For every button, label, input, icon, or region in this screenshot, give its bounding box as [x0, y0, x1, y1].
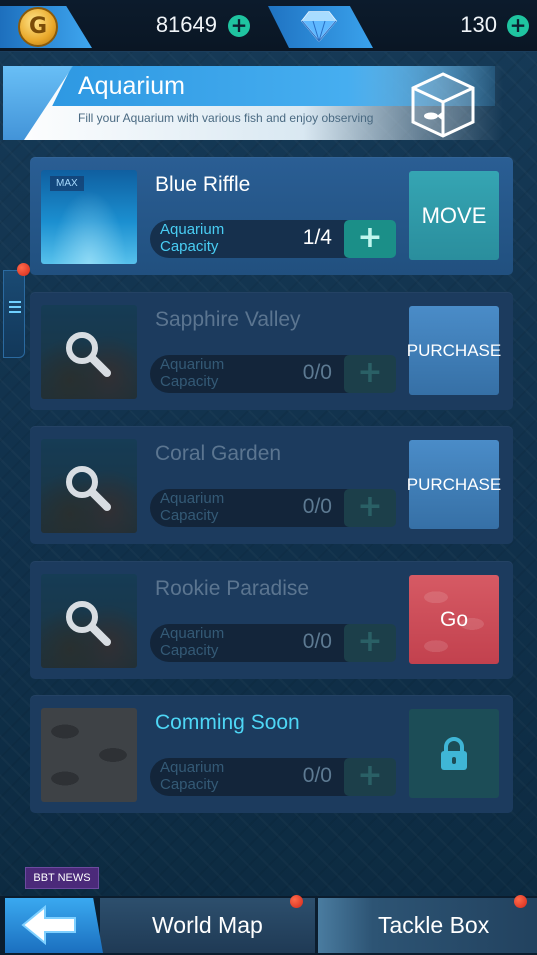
page-subtitle: Fill your Aquarium with various fish and… [78, 111, 374, 125]
magnifier-icon [66, 466, 111, 511]
capacity-label: Aquarium Capacity [160, 356, 225, 390]
add-capacity-button[interactable]: + [344, 489, 396, 527]
notification-dot [290, 895, 303, 908]
aquarium-name: Rookie Paradise [155, 577, 310, 600]
gold-coin-icon: G [18, 7, 58, 47]
magnifier-icon [66, 332, 111, 377]
capacity-bar: Aquarium Capacity 0/0 + [150, 355, 396, 393]
aquarium-name: Sapphire Valley [155, 308, 301, 331]
capacity-value: 1/4 [302, 226, 332, 249]
move-button[interactable]: MOVE [409, 171, 499, 260]
aquarium-card-coming-soon: Comming Soon Aquarium Capacity 0/0 + [30, 695, 513, 813]
capacity-label: Aquarium Capacity [160, 625, 225, 659]
aquarium-name: Coral Garden [155, 442, 282, 465]
aquarium-card-rookie-paradise: Rookie Paradise Aquarium Capacity 0/0 + … [30, 561, 513, 679]
notification-dot [17, 263, 30, 276]
capacity-label: Aquarium Capacity [160, 221, 225, 255]
add-capacity-button[interactable]: + [344, 220, 396, 258]
capacity-value: 0/0 [302, 630, 332, 653]
arrow-left-icon [21, 904, 76, 946]
notification-dot [514, 895, 527, 908]
aquarium-cube-icon [411, 72, 475, 138]
aquarium-card-blue-riffle: MAX Blue Riffle Aquarium Capacity 1/4 + … [30, 157, 513, 275]
tackle-box-button[interactable]: Tackle Box [318, 898, 537, 953]
coin-balance: 81649 [155, 12, 217, 37]
capacity-value: 0/0 [302, 764, 332, 787]
aquarium-thumbnail [41, 439, 137, 533]
diamond-gem-icon [301, 11, 337, 42]
aquarium-thumbnail: MAX [41, 170, 137, 264]
add-coins-button[interactable]: + [228, 15, 250, 37]
back-button[interactable] [5, 898, 103, 953]
aquarium-thumbnail [41, 574, 137, 668]
world-map-label: World Map [152, 912, 263, 938]
locked-button[interactable] [409, 709, 499, 798]
aquarium-card-coral-garden: Coral Garden Aquarium Capacity 0/0 + PUR… [30, 426, 513, 544]
add-gems-button[interactable]: + [507, 15, 529, 37]
page-title: Aquarium [78, 72, 185, 100]
add-capacity-button[interactable]: + [344, 758, 396, 796]
aquarium-name: Comming Soon [155, 711, 300, 734]
purchase-button[interactable]: PURCHASE [407, 306, 501, 395]
max-badge: MAX [50, 176, 84, 191]
capacity-bar: Aquarium Capacity 1/4 + [150, 220, 396, 258]
aquarium-card-sapphire-valley: Sapphire Valley Aquarium Capacity 0/0 + … [30, 292, 513, 410]
tackle-box-label: Tackle Box [378, 912, 490, 938]
gem-balance: 130 [460, 12, 497, 37]
aquarium-thumbnail [41, 305, 137, 399]
currency-bar [0, 0, 537, 52]
magnifier-icon [66, 601, 111, 646]
side-menu-tab[interactable] [3, 270, 25, 358]
capacity-value: 0/0 [302, 495, 332, 518]
capacity-bar: Aquarium Capacity 0/0 + [150, 489, 396, 527]
capacity-value: 0/0 [302, 361, 332, 384]
aquarium-name: Blue Riffle [155, 173, 251, 196]
lock-icon [441, 736, 467, 770]
purchase-button[interactable]: PURCHASE [407, 440, 501, 529]
fish-pattern-thumbnail [41, 708, 137, 802]
add-capacity-button[interactable]: + [344, 355, 396, 393]
go-button[interactable]: Go [409, 575, 499, 664]
capacity-bar: Aquarium Capacity 0/0 + [150, 624, 396, 662]
menu-icon [9, 301, 21, 313]
add-capacity-button[interactable]: + [344, 624, 396, 662]
news-button[interactable]: BBT NEWS [25, 867, 99, 889]
world-map-button[interactable]: World Map [100, 898, 315, 953]
capacity-label: Aquarium Capacity [160, 490, 225, 524]
capacity-label: Aquarium Capacity [160, 759, 225, 793]
capacity-bar: Aquarium Capacity 0/0 + [150, 758, 396, 796]
